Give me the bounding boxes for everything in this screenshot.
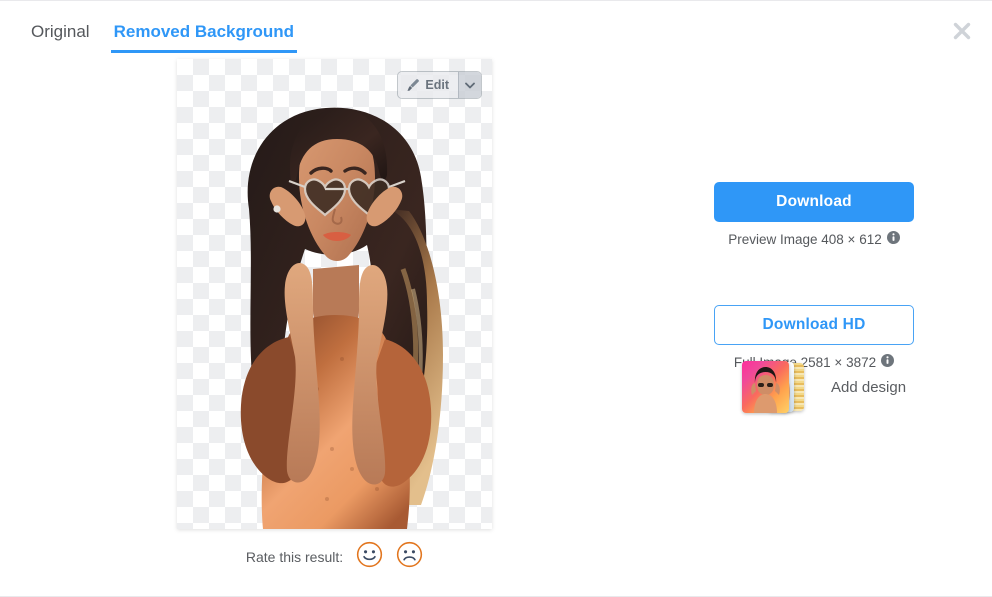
close-button[interactable] bbox=[948, 17, 976, 45]
result-tabs: Original Removed Background bbox=[28, 21, 298, 53]
download-button[interactable]: Download bbox=[714, 182, 914, 222]
transparency-checkerboard: Edit bbox=[177, 59, 492, 529]
design-thumbnail-stack[interactable] bbox=[742, 361, 814, 413]
preview-image-meta: Preview Image 408 × 612 bbox=[714, 231, 914, 247]
info-icon[interactable] bbox=[886, 231, 900, 247]
download-hd-button[interactable]: Download HD bbox=[714, 305, 914, 345]
add-design-row[interactable]: Add design bbox=[742, 361, 906, 413]
preview-image-size: Preview Image 408 × 612 bbox=[728, 231, 882, 247]
tab-removed-background[interactable]: Removed Background bbox=[110, 21, 298, 53]
brush-icon bbox=[406, 78, 420, 92]
edit-button[interactable]: Edit bbox=[398, 72, 458, 98]
close-icon bbox=[951, 20, 973, 42]
rate-sad-button[interactable] bbox=[396, 541, 423, 573]
tab-original[interactable]: Original bbox=[28, 21, 93, 53]
rate-happy-button[interactable] bbox=[356, 541, 383, 573]
chevron-down-icon bbox=[465, 82, 475, 89]
result-image-preview: Edit bbox=[177, 59, 492, 529]
edit-button-group[interactable]: Edit bbox=[398, 72, 481, 98]
rating-label: Rate this result: bbox=[245, 549, 344, 565]
edit-button-label: Edit bbox=[425, 78, 449, 92]
subject-image bbox=[177, 59, 492, 529]
edit-dropdown-toggle[interactable] bbox=[458, 72, 481, 98]
add-design-label: Add design bbox=[831, 378, 907, 396]
background-removal-result-page: Original Removed Background Edit Rate th… bbox=[0, 0, 992, 597]
gradient-portrait-thumb[interactable] bbox=[742, 361, 789, 413]
rating-row: Rate this result: bbox=[177, 541, 492, 573]
download-panel: Download Preview Image 408 × 612 Downloa… bbox=[714, 182, 914, 370]
